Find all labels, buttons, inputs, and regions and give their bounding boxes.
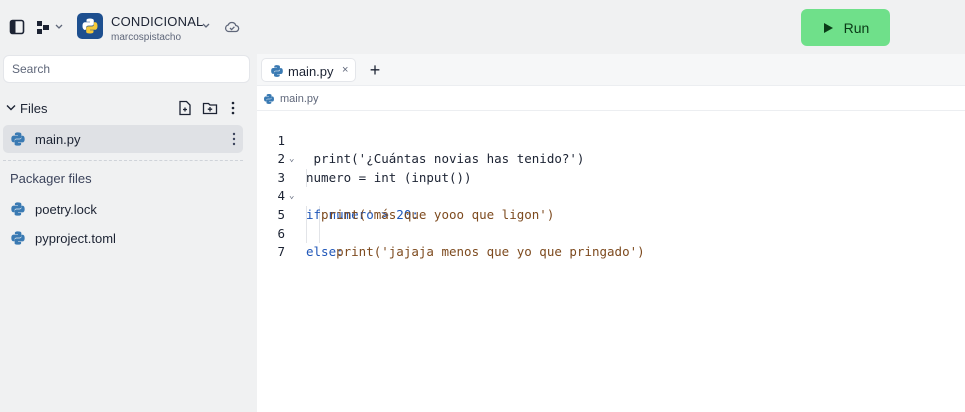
code-line[interactable]: 2 numero = int (input()) <box>257 132 965 185</box>
cloud-sync-icon[interactable] <box>224 19 240 35</box>
file-item-main-py[interactable]: main.py <box>3 125 243 153</box>
python-icon <box>11 132 25 146</box>
repl-title[interactable]: CONDICIONAL <box>111 14 204 29</box>
file-name: main.py <box>35 132 81 147</box>
files-label[interactable]: Files <box>20 101 47 116</box>
repl-language-icon <box>77 13 103 39</box>
tab-label: main.py <box>288 64 334 79</box>
file-name: poetry.lock <box>35 202 97 217</box>
python-icon <box>11 231 25 245</box>
breadcrumb: main.py <box>257 87 965 111</box>
chevron-down-icon[interactable] <box>201 22 211 30</box>
kebab-menu-icon[interactable] <box>231 131 237 147</box>
sidebar-divider <box>3 160 243 161</box>
chevron-down-icon[interactable] <box>6 104 16 112</box>
python-icon <box>271 65 283 77</box>
code-line[interactable]: 3 ⌄ if numero > 20: <box>257 150 965 222</box>
repl-owner[interactable]: marcospistacho <box>111 32 181 43</box>
python-icon <box>11 202 25 216</box>
run-button-label: Run <box>843 19 870 36</box>
file-item-poetry-lock[interactable]: poetry.lock <box>3 195 243 223</box>
fold-chevron-icon[interactable]: ⌄ <box>289 187 294 206</box>
file-name: pyproject.toml <box>35 231 116 246</box>
search-input[interactable] <box>3 55 250 83</box>
workspace-switch-icon[interactable] <box>36 19 64 35</box>
kebab-menu-icon[interactable] <box>230 100 236 116</box>
line-number: 7 <box>277 244 285 260</box>
file-item-pyproject-toml[interactable]: pyproject.toml <box>3 224 243 252</box>
new-file-icon[interactable] <box>178 100 192 116</box>
tab-bar: main.py × + <box>257 54 965 86</box>
code-line[interactable]: 6 print('jajaja menos que yo que pringad… <box>257 206 965 260</box>
tab-main-py[interactable]: main.py × <box>261 58 356 82</box>
breadcrumb-file[interactable]: main.py <box>280 93 319 105</box>
code-line[interactable]: 7 <box>257 225 965 259</box>
file-sidebar: Files main.py Packager files poetry.lock… <box>0 54 257 412</box>
files-header: Files <box>0 98 257 118</box>
sidebar-toggle-icon[interactable] <box>9 19 25 35</box>
new-folder-icon[interactable] <box>202 100 218 116</box>
python-icon <box>264 94 274 104</box>
code-line[interactable]: 5 ⌄ else: <box>257 187 965 259</box>
code-editor[interactable]: 1 print('¿Cuántas novias has tenido?') 2… <box>257 113 965 260</box>
play-icon <box>823 22 833 33</box>
code-line[interactable]: 4 print('más que yooo que ligon') <box>257 169 965 222</box>
fold-chevron-icon[interactable]: ⌄ <box>289 150 294 169</box>
editor-pane: main.py × + main.py 1 print('¿Cuántas no… <box>257 54 965 412</box>
packager-files-label: Packager files <box>10 171 92 186</box>
top-bar: CONDICIONAL marcospistacho Run <box>0 0 965 54</box>
add-tab-button[interactable]: + <box>363 58 387 82</box>
run-button[interactable]: Run <box>801 9 890 46</box>
close-icon[interactable]: × <box>342 64 348 76</box>
line-source: print('jajaja menos que yo que pringado'… <box>306 244 645 260</box>
code-line[interactable]: 1 print('¿Cuántas novias has tenido?') <box>257 113 965 167</box>
